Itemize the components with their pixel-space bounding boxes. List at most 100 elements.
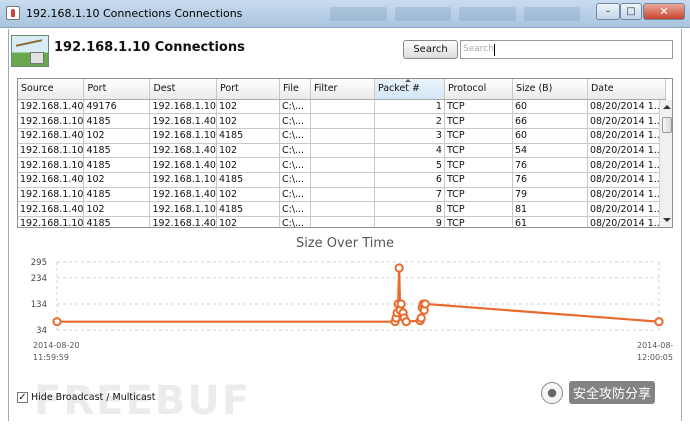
title-bar: 192.168.1.10 Connections Connections – □…	[0, 0, 690, 28]
search-input[interactable]: Search	[460, 40, 673, 59]
table-cell: 192.168.1.10	[18, 143, 85, 159]
table-cell: C:\...	[279, 201, 311, 217]
data-point	[654, 317, 664, 327]
table-cell: 4	[374, 143, 445, 159]
close-button[interactable]: ✕	[643, 3, 685, 20]
table-cell: 4185	[216, 172, 280, 188]
table-cell	[310, 128, 375, 144]
table-cell: 192.168.1.40	[149, 157, 217, 173]
scroll-thumb[interactable]	[662, 117, 672, 133]
y-tick-label: 34	[36, 326, 47, 336]
table-cell: 60	[512, 128, 588, 144]
data-point	[396, 299, 406, 309]
chart-canvas: Size Over Time 34 134 234 295 2014-08-20 11:59…	[31, 236, 674, 362]
table-row[interactable]: 192.168.1.40 102 192.168.1.10 4185 C:\... 3 TC…	[18, 128, 666, 144]
java-app-icon	[6, 6, 20, 20]
column-header[interactable]: File	[279, 79, 311, 100]
table-cell: TCP	[444, 201, 513, 217]
column-header[interactable]: Date	[587, 79, 666, 100]
table-cell	[310, 143, 375, 159]
scroll-up-icon[interactable]	[663, 105, 671, 109]
table-row[interactable]: 192.168.1.10 4185 192.168.1.40 102 C:\... 7 TC…	[18, 187, 666, 203]
column-header[interactable]: Port	[83, 79, 151, 100]
table-cell: C:\...	[279, 99, 311, 115]
column-header[interactable]: Filter	[310, 79, 375, 100]
column-header[interactable]: Protocol	[444, 79, 513, 100]
column-header[interactable]: Dest	[149, 79, 217, 100]
data-point	[394, 263, 404, 273]
column-header[interactable]: Source	[18, 79, 85, 100]
data-point	[401, 317, 411, 327]
table-cell: 102	[83, 172, 151, 188]
scroll-down-icon[interactable]	[663, 218, 671, 222]
table-cell: 08/20/2014 1...	[587, 128, 666, 144]
table-cell: 102	[216, 157, 280, 173]
data-point	[420, 299, 430, 309]
search-button[interactable]: Search	[403, 40, 458, 59]
table-cell: 102	[216, 216, 280, 227]
maximize-button[interactable]: □	[620, 3, 642, 20]
app-logo-icon	[11, 35, 49, 67]
table-cell: 08/20/2014 1...	[587, 157, 666, 173]
table-cell	[310, 99, 375, 115]
x-tick-date-label: 2014-08-	[637, 341, 673, 350]
table-row[interactable]: 192.168.1.10 4185 192.168.1.40 102 C:\... 5 TC…	[18, 157, 666, 173]
table-cell: 192.168.1.40	[149, 187, 217, 203]
window-title: 192.168.1.10 Connections Connections	[26, 7, 243, 20]
column-header[interactable]: Size (B)	[512, 79, 588, 100]
table-scrollbar[interactable]	[659, 100, 672, 227]
table-cell: 08/20/2014 1...	[587, 99, 666, 115]
table-cell: TCP	[444, 128, 513, 144]
table-cell: C:\...	[279, 187, 311, 203]
table-cell: C:\...	[279, 157, 311, 173]
minimize-button[interactable]: –	[596, 3, 620, 20]
hide-broadcast-checkbox[interactable]: ✓	[17, 392, 28, 403]
table-cell: 08/20/2014 1...	[587, 216, 666, 227]
table-cell: C:\...	[279, 172, 311, 188]
table-cell: 4185	[216, 201, 280, 217]
y-tick-label: 295	[31, 258, 47, 268]
table-cell: 102	[216, 99, 280, 115]
table-cell: 192.168.1.40	[149, 113, 217, 129]
page-title: 192.168.1.10 Connections	[54, 40, 245, 55]
table-cell	[310, 157, 375, 173]
x-tick-time-label: 11:59:59	[33, 353, 69, 362]
table-cell: 4185	[83, 187, 151, 203]
table-cell: 49176	[83, 99, 151, 115]
size-over-time-chart: Size Over Time 34 134 234 295 2014-08-20 11:59…	[0, 230, 690, 380]
table-row[interactable]: 192.168.1.10 4185 192.168.1.40 102 C:\... 9 TC…	[18, 216, 666, 227]
table-cell: 7	[374, 187, 445, 203]
table-cell: 192.168.1.40	[149, 143, 217, 159]
table-cell: 4185	[83, 113, 151, 129]
table-cell: 5	[374, 157, 445, 173]
table-cell: 192.168.1.10	[149, 201, 217, 217]
table-cell: 60	[512, 99, 588, 115]
close-icon: ✕	[659, 5, 669, 18]
wechat-icon: ●	[541, 381, 563, 404]
table-cell: 76	[512, 157, 588, 173]
table-cell: 1	[374, 99, 445, 115]
table-cell: C:\...	[279, 128, 311, 144]
table-cell: 2	[374, 113, 445, 129]
wechat-watermark: ● 安全攻防分享	[541, 381, 656, 404]
y-tick-label: 234	[31, 274, 47, 284]
column-header[interactable]: Packet #	[374, 79, 445, 100]
table-row[interactable]: 192.168.1.40 102 192.168.1.10 4185 C:\... 6 TC…	[18, 172, 666, 188]
y-tick-label: 134	[31, 300, 47, 310]
table-cell: 54	[512, 143, 588, 159]
table-row[interactable]: 192.168.1.40 102 192.168.1.10 4185 C:\... 8 TC…	[18, 201, 666, 217]
table-cell: 81	[512, 201, 588, 217]
column-header[interactable]: Port	[216, 79, 280, 100]
table-cell	[310, 201, 375, 217]
table-cell: 102	[216, 143, 280, 159]
table-cell: 08/20/2014 1...	[587, 172, 666, 188]
table-row[interactable]: 192.168.1.10 4185 192.168.1.40 102 C:\... 2 TC…	[18, 113, 666, 129]
table-row[interactable]: 192.168.1.40 49176 192.168.1.10 102 C:\... 1 T…	[18, 99, 666, 115]
data-point	[52, 317, 62, 327]
table-cell: C:\...	[279, 143, 311, 159]
table-cell: 192.168.1.10	[18, 187, 85, 203]
table-cell: 6	[374, 172, 445, 188]
table-cell: 192.168.1.10	[18, 113, 85, 129]
table-cell: 102	[216, 113, 280, 129]
table-row[interactable]: 192.168.1.10 4185 192.168.1.40 102 C:\... 4 TC…	[18, 143, 666, 159]
